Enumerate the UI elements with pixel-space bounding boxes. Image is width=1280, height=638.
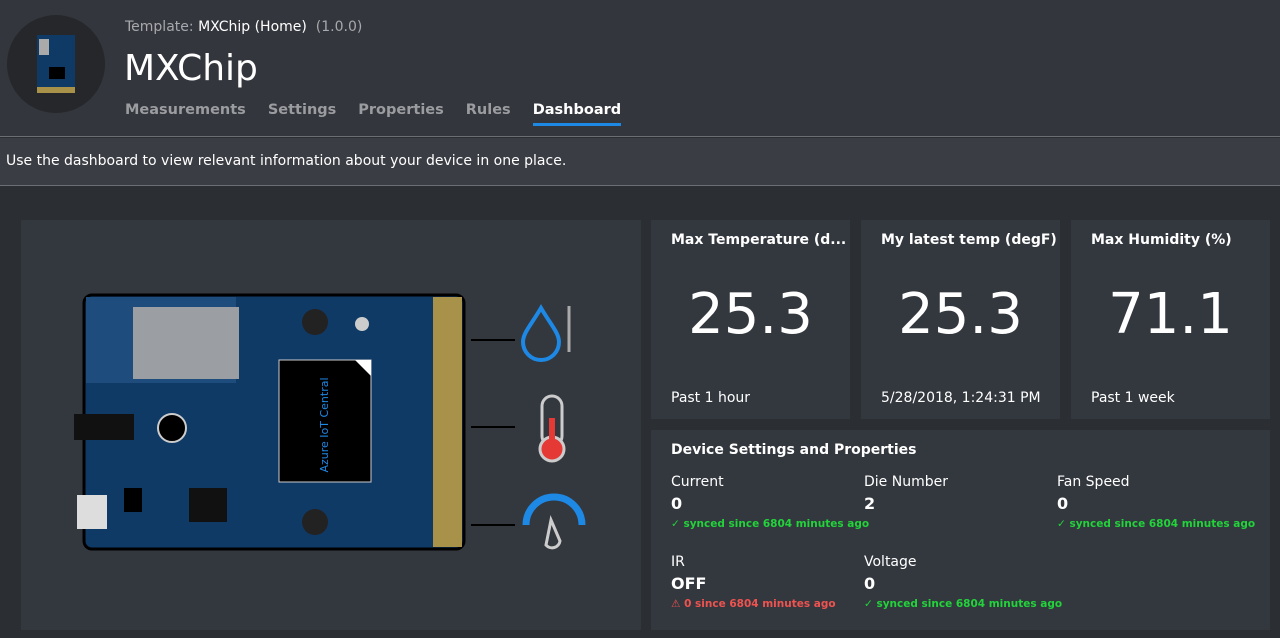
property-label: Current — [671, 474, 724, 490]
property-value: 0 — [1057, 494, 1069, 513]
kpi-value: 71.1 — [1108, 282, 1233, 347]
kpi-title: Max Temperature (d... — [671, 232, 847, 248]
kpi-footer: Past 1 hour — [671, 390, 751, 406]
device-properties-tile: Device Settings and Properties Current 0… — [651, 430, 1270, 630]
kpi-footer: Past 1 week — [1091, 390, 1175, 406]
humidity-icon — [520, 304, 571, 362]
sync-status: ✓ synced since 6804 minutes ago — [1057, 518, 1256, 530]
tab-settings[interactable]: Settings — [268, 102, 336, 126]
tab-bar: Measurements Settings Properties Rules D… — [125, 102, 622, 126]
board-illustration: Azure IoT Central — [74, 293, 586, 551]
kpi-value: 25.3 — [688, 282, 813, 347]
property-die-number: Die Number 2 — [864, 474, 948, 513]
property-fan-speed: Fan Speed 0 ✓ synced since 6804 minutes … — [1057, 474, 1255, 530]
property-label: Voltage — [864, 554, 917, 570]
page-title: MXChip — [124, 48, 258, 89]
kpi-value: 25.3 — [898, 282, 1023, 347]
template-name[interactable]: MXChip (Home) — [198, 19, 307, 35]
kpi-tile-latest-temp[interactable]: My latest temp (degF) 25.3 5/28/2018, 1:… — [861, 220, 1060, 419]
sync-status: ✓ synced since 6804 minutes ago — [864, 598, 1063, 610]
tab-rules[interactable]: Rules — [466, 102, 511, 126]
thermometer-icon — [538, 394, 566, 463]
property-value: 0 — [864, 574, 876, 593]
property-label: Die Number — [864, 474, 948, 490]
kpi-tile-max-humidity[interactable]: Max Humidity (%) 71.1 Past 1 week — [1071, 220, 1270, 419]
chip-label: Azure IoT Central — [318, 377, 331, 472]
property-label: Fan Speed — [1057, 474, 1130, 490]
gauge-icon — [522, 493, 586, 550]
sync-status: ✓ synced since 6804 minutes ago — [671, 518, 870, 530]
kpi-footer: 5/28/2018, 1:24:31 PM — [881, 390, 1041, 406]
device-image-tile: Azure IoT Central — [21, 220, 641, 630]
properties-title: Device Settings and Properties — [671, 442, 917, 458]
property-label: IR — [671, 554, 685, 570]
property-current: Current 0 ✓ synced since 6804 minutes ag… — [671, 474, 869, 530]
kpi-title: My latest temp (degF) — [881, 232, 1057, 248]
tab-properties[interactable]: Properties — [358, 102, 443, 126]
sync-status-warning: ⚠ 0 since 6804 minutes ago — [671, 598, 836, 610]
property-value: 0 — [671, 494, 683, 513]
tab-measurements[interactable]: Measurements — [125, 102, 246, 126]
template-info: Template: MXChip (Home) (1.0.0) — [125, 19, 363, 35]
kpi-title: Max Humidity (%) — [1091, 232, 1232, 248]
device-avatar — [7, 15, 105, 113]
dashboard-description: Use the dashboard to view relevant infor… — [0, 138, 1280, 186]
property-value: OFF — [671, 574, 707, 593]
property-voltage: Voltage 0 ✓ synced since 6804 minutes ag… — [864, 554, 1062, 610]
tab-dashboard[interactable]: Dashboard — [532, 102, 622, 126]
property-ir: IR OFF ⚠ 0 since 6804 minutes ago — [671, 554, 836, 610]
kpi-tile-max-temperature[interactable]: Max Temperature (d... 25.3 Past 1 hour — [651, 220, 850, 419]
property-value: 2 — [864, 494, 876, 513]
device-header: Template: MXChip (Home) (1.0.0) MXChip M… — [0, 0, 1280, 137]
